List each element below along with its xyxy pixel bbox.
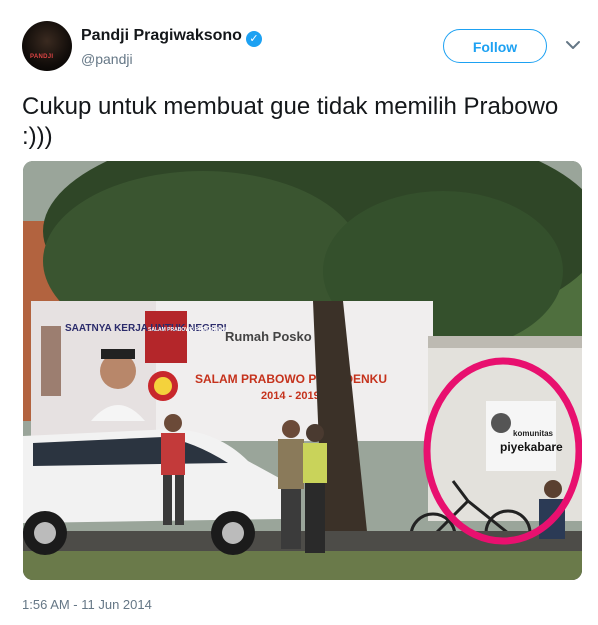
campaign-banner: SAATNYA KERJA UNTUK NEGERI SALAM PRABOWO… [31, 301, 433, 441]
sign-line1: komunitas [513, 429, 554, 438]
sign-line2: piyekabare [500, 440, 563, 454]
avatar-text: PANDJI [30, 54, 54, 60]
author-handle[interactable]: @pandji [81, 51, 133, 67]
banner-title: Rumah Posko [225, 329, 312, 344]
verified-badge-icon: ✓ [245, 31, 262, 47]
tweet-photo[interactable]: SAATNYA KERJA UNTUK NEGERI SALAM PRABOWO… [23, 161, 582, 580]
author-avatar[interactable]: PANDJI [22, 21, 72, 71]
banner-years: 2014 - 2019 [261, 390, 320, 402]
community-sign: komunitas piyekabare [486, 401, 563, 471]
author-name[interactable]: Pandji Pragiwaksono ✓ [81, 27, 262, 47]
tweet-timestamp[interactable]: 1:56 AM - 11 Jun 2014 [22, 597, 152, 612]
follow-button[interactable]: Follow [443, 29, 547, 63]
chevron-down-icon[interactable] [564, 36, 582, 54]
banner-slogan: SALAM PRABOWO PRESIDENKU [195, 372, 387, 386]
photo-scene: SAATNYA KERJA UNTUK NEGERI SALAM PRABOWO… [23, 161, 582, 580]
tweet-text: Cukup untuk membuat gue tidak memilih Pr… [22, 93, 559, 150]
author-display-name[interactable]: Pandji Pragiwaksono [81, 27, 242, 44]
banner-badge: SALAM PRABOWO PRESIDENKU [148, 327, 228, 333]
